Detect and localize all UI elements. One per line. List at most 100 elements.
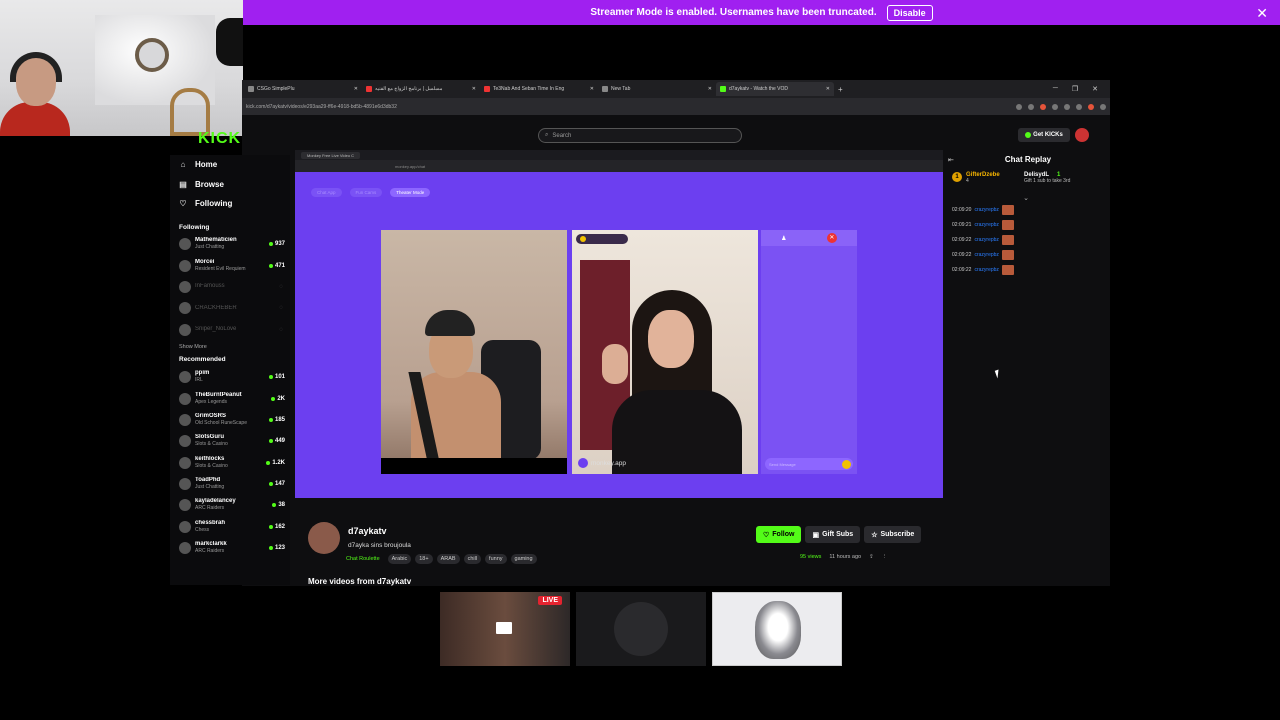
extension-icon[interactable] [1028,103,1034,110]
disable-streamer-mode-button[interactable]: Disable [886,4,933,21]
channel-name: Morcei [195,258,215,265]
chat-username[interactable]: crazyrepbz [974,222,998,228]
new-tab-button[interactable]: + [838,85,843,94]
browser-tab-active[interactable]: d7aykatv - Watch the VOD ✕ [716,82,834,96]
url-text[interactable]: kick.com/d7aykatv/videos/e293aa29-ff6e-4… [246,104,397,110]
tag[interactable]: chill [463,554,482,564]
sidebar-channel[interactable]: ToadPhd Just Chatting 147 [170,473,290,494]
browser-tab[interactable]: مسلسل | برنامج الزواج مع الفنيه ✕ [362,82,480,96]
nav-following[interactable]: ♡ Following [170,194,290,214]
browser-tab[interactable]: New Tab ✕ [598,82,716,96]
video-thumbnail[interactable] [576,592,706,666]
sidebar-channel[interactable]: Sniper_NoLove ◌ [170,319,290,340]
more-options-icon[interactable]: ⋮ [882,554,888,560]
video-player[interactable]: Monkey Free Live Video C monkey.app/chat… [295,150,943,498]
tab-bar: CSGo SimplePlu ✕ مسلسل | برنامج الزواج مع… [242,80,1110,98]
nav-browse[interactable]: ▤ Browse [170,175,290,195]
extension-icon[interactable] [1076,103,1082,110]
video-thumbnail[interactable]: LIVE [440,592,570,666]
nav-home[interactable]: ⌂ Home [170,155,290,175]
sidebar-channel[interactable]: keithlocks Slots & Casino 1.2K [170,452,290,473]
category-link[interactable]: Chat Roulette [342,554,384,564]
viewer-number: 185 [274,416,285,423]
channel-category: Resident Evil Requiem [195,265,246,272]
viewer-count: 937 [268,241,285,247]
avatar [179,520,191,533]
browser-tab[interactable]: Te3Nab And Seban Time In Eng ✕ [480,82,598,96]
extension-icon[interactable] [1064,103,1070,110]
viewer-number: 449 [274,438,285,445]
extension-icon[interactable] [1040,103,1046,110]
gift-subs-button[interactable]: ▣ Gift Subs [805,526,861,543]
tab-close-icon[interactable]: ✕ [354,86,358,92]
chat-username[interactable]: crazyrepbz [974,267,998,273]
chat-username[interactable]: crazyrepbz [974,207,998,213]
close-icon[interactable]: ✕ [826,233,837,243]
gifter-right: DelisydL 1 Gift 1 sub to take 3rd [1024,172,1070,184]
sidebar-channel[interactable]: chessbrah Chess 162 [170,516,290,537]
star-icon: ☆ [871,531,878,539]
chat-username[interactable]: crazyrepbz [974,252,998,258]
send-message-input[interactable]: Send Message [765,458,853,470]
avatar[interactable] [1075,128,1089,142]
streamer-mode-banner: Streamer Mode is enabled. Usernames have… [243,0,1280,25]
avatar[interactable] [308,522,340,554]
tag[interactable]: Arabic [387,554,412,564]
nav-label: Following [195,199,233,209]
kick-logo[interactable]: KICK [198,130,241,148]
tab-label: Te3Nab And Seban Time In Eng [493,86,565,92]
sidebar-channel[interactable]: SlotsGuru Slots & Casino 449 [170,431,290,452]
close-window-icon[interactable]: ✕ [1092,85,1098,93]
sidebar-channel[interactable]: Mathematicien Just Chatting 937 [170,234,290,255]
search-input[interactable]: ⌕ Search [538,128,742,143]
profile-icon[interactable] [1088,103,1094,110]
chat-replay-list: 02:09:20 crazyrepbz 02:09:21 crazyrepbz 02:0… [948,202,1108,278]
tag[interactable]: gaming [510,554,537,564]
sidebar-channel[interactable]: CRACKHEBER ◌ [170,298,290,319]
close-icon[interactable]: ✕ [1256,5,1268,22]
tab-close-icon[interactable]: ✕ [590,86,594,92]
sidebar-channel[interactable]: TheBurntPeanut Apex Legends 2K [170,388,290,409]
tab-close-icon[interactable]: ✕ [708,86,712,92]
maximize-icon[interactable]: ❐ [1072,85,1078,93]
chat-timestamp: 02:09:22 [952,252,972,259]
emote-icon [1001,234,1014,245]
minimize-icon[interactable]: ─ [1053,85,1058,93]
sidebar-channel[interactable]: markclarkk ARC Raiders 123 [170,538,290,559]
chat-message: 02:09:21 crazyrepbz [952,217,1108,232]
collapse-chat-icon[interactable]: ⇤ [948,156,954,164]
channel-name[interactable]: d7aykatv [348,526,387,536]
expand-icon[interactable]: ⌄ [944,194,1108,202]
emoji-icon[interactable] [842,459,851,469]
gifter-info: GifterDzebe 4 [966,172,1020,184]
live-dot-icon [268,417,273,422]
sidebar-channel[interactable]: InFamouss ◌ [170,276,290,297]
tag[interactable]: funny [485,554,507,564]
nav-label: Home [195,160,218,170]
avatar [179,499,191,512]
follow-button[interactable]: ♡ Follow [756,526,802,543]
sidebar-channel[interactable]: GrimOSRS Old School RuneScape 185 [170,409,290,430]
viewer-count: 2K [271,396,285,402]
address-bar[interactable]: kick.com/d7aykatv/videos/e293aa29-ff6e-4… [242,98,1110,115]
share-icon[interactable]: ⇪ [869,554,874,560]
video-thumbnail[interactable] [712,592,842,666]
show-more-link[interactable]: Show More [170,340,290,354]
chat-timestamp: 02:09:21 [952,221,972,228]
tab-close-icon[interactable]: ✕ [472,86,476,92]
subscribe-button[interactable]: ☆ Subscribe [864,526,922,543]
tab-close-icon[interactable]: ✕ [826,86,830,92]
sidebar-channel[interactable]: ppim IRL 101 [170,366,290,387]
channel-text: InFamouss [195,283,275,290]
sidebar-channel[interactable]: kayladelancey ARC Raiders 38 [170,495,290,516]
get-kicks-button[interactable]: Get KICKs [1018,128,1070,142]
chat-username[interactable]: crazyrepbz [974,237,998,243]
video-controls-pill[interactable] [576,234,628,244]
menu-icon[interactable] [1100,103,1106,110]
tag[interactable]: 18+ [415,554,433,564]
bookmark-icon[interactable] [1016,103,1022,110]
extension-icon[interactable] [1052,103,1058,110]
browser-tab[interactable]: CSGo SimplePlu ✕ [244,82,362,96]
tag[interactable]: ARAB [436,554,460,564]
sidebar-channel[interactable]: Morcei Resident Evil Requiem 471 [170,255,290,276]
